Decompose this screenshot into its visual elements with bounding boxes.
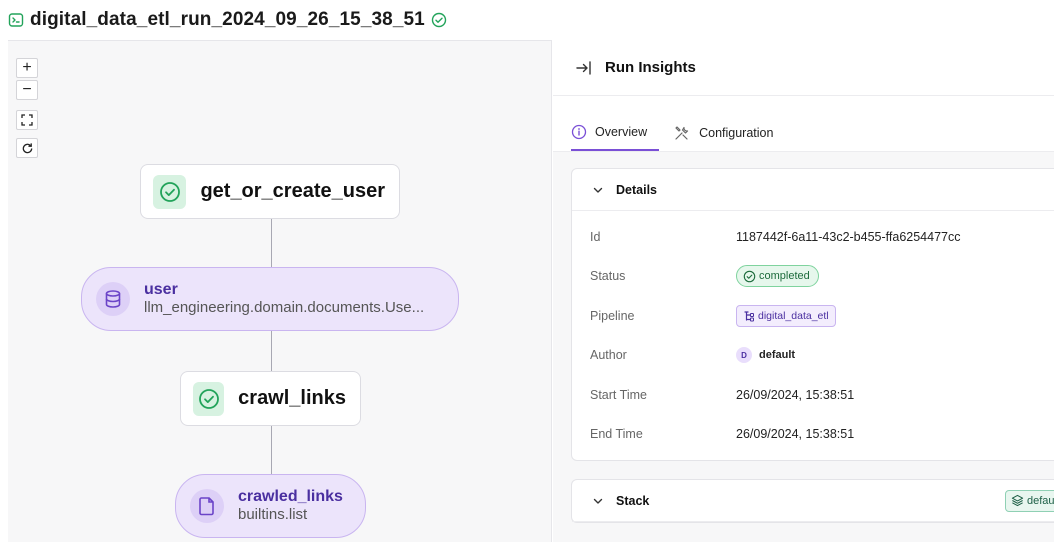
refresh-icon [22, 142, 32, 153]
detail-key: Id [590, 229, 601, 244]
pipeline-text: digital_data_etl [758, 309, 829, 322]
stack-title: Stack [592, 494, 649, 508]
artifact-type: builtins.list [238, 506, 308, 523]
artifact-type: llm_engineering.domain.documents.Use... [144, 299, 425, 316]
detail-key: End Time [590, 427, 643, 442]
detail-row-author: Author D default [572, 336, 1054, 376]
detail-value: 26/09/2024, 15:38:51 [736, 427, 855, 442]
run-insights-panel: Run Insights Overview Configuration Deta… [553, 40, 1054, 542]
chevron-down-icon [593, 498, 603, 504]
status-badge: completed [736, 265, 819, 288]
dag-edge [271, 219, 272, 267]
check-circle-icon [743, 270, 756, 283]
detail-key: Status [590, 269, 626, 284]
check-circle-icon [153, 174, 187, 209]
dag-edge [271, 426, 272, 474]
artifact-text: crawled_links builtins.list [238, 488, 343, 524]
detail-key: Author [590, 348, 627, 363]
artifact-node-user[interactable]: user llm_engineering.domain.documents.Us… [81, 267, 459, 331]
detail-key: Start Time [590, 387, 647, 402]
tools-icon [675, 126, 689, 140]
stack-icon [1011, 494, 1024, 507]
detail-value: digital_data_etl [736, 304, 836, 327]
stack-text: default [1026, 494, 1054, 507]
step-label: get_or_create_user [200, 180, 385, 202]
zoom-out-button[interactable]: − [16, 80, 38, 100]
panel-title: Run Insights [605, 59, 696, 76]
artifact-text: user llm_engineering.domain.documents.Us… [144, 281, 424, 317]
tab-overview[interactable]: Overview [571, 115, 660, 151]
check-circle-icon [193, 381, 225, 416]
chevron-down-icon [593, 187, 603, 193]
detail-row-start-time: Start Time 26/09/2024, 15:38:51 [572, 375, 1054, 415]
avatar: D [736, 347, 752, 364]
fit-view-icon [21, 114, 33, 126]
file-icon [190, 489, 224, 523]
detail-key: Pipeline [590, 308, 635, 323]
fit-view-button[interactable] [16, 110, 38, 130]
detail-row-end-time: End Time 26/09/2024, 15:38:51 [572, 415, 1054, 455]
detail-row-status: Status completed [572, 257, 1054, 297]
details-heading: Details [616, 182, 657, 197]
detail-value: completed [736, 265, 819, 288]
detail-row-id: Id 1187442f-6a11-43c2-b455-ffa6254477cc [572, 217, 1054, 257]
detail-value: 26/09/2024, 15:38:51 [736, 387, 855, 402]
panel-content: Details Id 1187442f-6a11-43c2-b455-ffa62… [553, 152, 1054, 542]
zoom-controls: + − [16, 58, 38, 160]
run-header: digital_data_etl_run_2024_09_26_15_38_51 [0, 0, 1054, 40]
tab-configuration[interactable]: Configuration [673, 115, 779, 151]
refresh-button[interactable] [16, 138, 38, 158]
status-text: completed [759, 270, 810, 283]
stack-card: Stack default [571, 479, 1054, 523]
step-label: crawl_links [238, 387, 346, 409]
details-header[interactable]: Details [572, 169, 1054, 211]
zoom-in-button[interactable]: + [16, 58, 38, 78]
info-icon [571, 124, 587, 140]
details-card: Details Id 1187442f-6a11-43c2-b455-ffa62… [571, 168, 1054, 461]
database-icon [96, 282, 130, 316]
stack-badge[interactable]: default [1004, 489, 1054, 512]
detail-row-pipeline: Pipeline digital_data_etl [572, 296, 1054, 336]
pipeline-icon [744, 311, 754, 322]
detail-value: 1187442f-6a11-43c2-b455-ffa6254477cc [736, 229, 961, 244]
author-name: default [759, 349, 796, 362]
artifact-name: crawled_links [238, 488, 343, 505]
tab-label: Overview [595, 125, 648, 139]
artifact-node-crawled-links[interactable]: crawled_links builtins.list [175, 474, 366, 538]
stack-heading: Stack [616, 493, 650, 508]
pipeline-link[interactable]: digital_data_etl [736, 304, 836, 327]
dag-edge [271, 331, 272, 371]
tab-label: Configuration [699, 126, 774, 140]
step-node-get-or-create-user[interactable]: get_or_create_user [140, 164, 400, 219]
collapse-panel-icon[interactable] [575, 59, 593, 77]
artifact-name: user [144, 281, 178, 298]
detail-value: D default [736, 347, 796, 364]
panel-tabs: Overview Configuration [553, 96, 1054, 152]
step-node-crawl-links[interactable]: crawl_links [180, 371, 361, 426]
details-rows: Id 1187442f-6a11-43c2-b455-ffa6254477cc … [572, 211, 1054, 460]
stack-header[interactable]: Stack default [572, 480, 1054, 522]
panel-header: Run Insights [553, 40, 1054, 96]
run-title: digital_data_etl_run_2024_09_26_15_38_51 [30, 9, 425, 30]
terminal-icon [8, 12, 24, 28]
check-circle-icon [431, 12, 447, 28]
